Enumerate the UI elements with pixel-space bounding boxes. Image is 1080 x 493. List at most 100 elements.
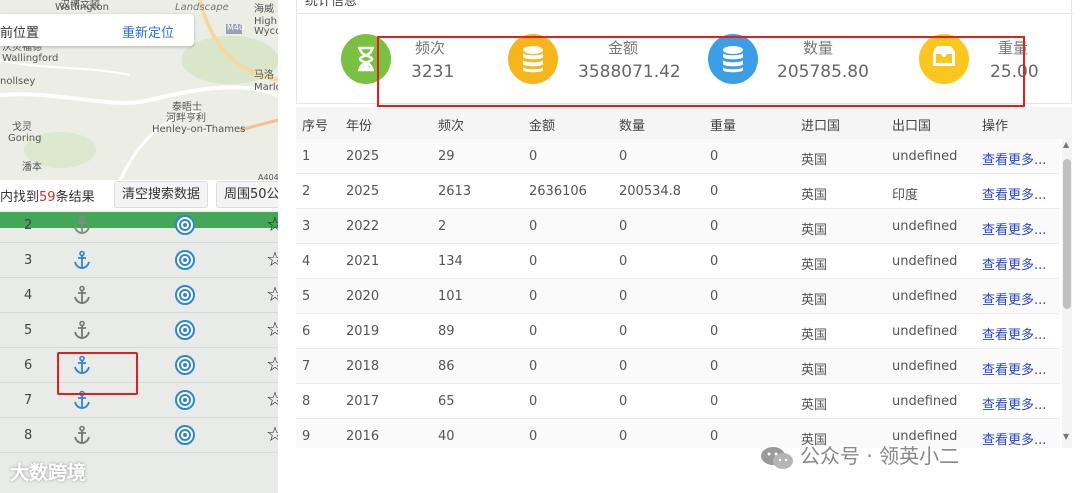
column-header[interactable]: 金额 xyxy=(529,115,555,134)
target-icon[interactable] xyxy=(174,424,196,446)
table-cell: 0 xyxy=(529,219,538,234)
table-row[interactable]: 7 2018 86 0 0 0 英国 undefined 查看更多... xyxy=(296,349,1060,384)
view-more-link[interactable]: 查看更多... xyxy=(982,429,1046,448)
table-cell: undefined xyxy=(892,394,958,409)
table-cell: 0 xyxy=(619,219,628,234)
relocate-link[interactable]: 重新定位 xyxy=(122,22,174,41)
view-more-link[interactable]: 查看更多... xyxy=(982,359,1046,378)
table-cell: 0 xyxy=(710,359,719,374)
column-header[interactable]: 操作 xyxy=(982,115,1008,134)
column-header[interactable]: 重量 xyxy=(710,115,736,134)
table-header: 序号 年份 频次 金额 数量 重量 进口国 出口国 操作 xyxy=(296,107,1072,139)
current-location-label: 前位置 xyxy=(0,26,40,41)
table-cell: 英国 xyxy=(801,153,828,168)
star-icon[interactable]: ☆ xyxy=(266,354,278,374)
list-item[interactable]: 6 ☆ xyxy=(0,348,278,383)
column-header[interactable]: 年份 xyxy=(346,115,372,134)
star-icon[interactable]: ☆ xyxy=(266,389,278,409)
star-icon[interactable]: ☆ xyxy=(266,249,278,269)
view-more-link[interactable]: 查看更多... xyxy=(982,254,1046,273)
table-row[interactable]: 8 2017 65 0 0 0 英国 undefined 查看更多... xyxy=(296,384,1060,419)
table-cell: 英国 xyxy=(801,363,828,378)
map-label: nollsey xyxy=(0,76,36,87)
list-item[interactable]: 4 ☆ xyxy=(0,278,278,313)
row-number: 6 xyxy=(24,358,33,373)
map-label: 河畔亨利 xyxy=(166,113,206,124)
column-header[interactable]: 进口国 xyxy=(801,115,840,134)
table-scrollbar[interactable]: ▲ ▼ xyxy=(1062,139,1072,448)
table-cell: 2022 xyxy=(346,219,380,234)
anchor-icon[interactable] xyxy=(72,250,92,270)
anchor-icon[interactable] xyxy=(72,425,92,445)
list-item[interactable]: 2 ☆ xyxy=(0,208,278,243)
target-icon[interactable] xyxy=(174,284,196,306)
column-header[interactable]: 频次 xyxy=(438,115,464,134)
table-cell: 英国 xyxy=(801,293,828,308)
column-header[interactable]: 序号 xyxy=(302,115,328,134)
table-cell: 1 xyxy=(302,149,311,164)
column-header[interactable]: 数量 xyxy=(619,115,645,134)
table-row[interactable]: 2 2025 2613 2636106 200534.8 0 英国 印度 查看更多... xyxy=(296,174,1060,209)
target-icon[interactable] xyxy=(174,389,196,411)
table-cell: 0 xyxy=(710,149,719,164)
table-cell: 0 xyxy=(529,254,538,269)
target-icon[interactable] xyxy=(174,249,196,271)
star-icon[interactable]: ☆ xyxy=(266,424,278,444)
clear-search-button[interactable]: 清空搜索数据 xyxy=(114,181,209,208)
scroll-down-icon[interactable]: ▼ xyxy=(1063,432,1069,441)
table-cell: 2018 xyxy=(346,359,380,374)
view-more-link[interactable]: 查看更多... xyxy=(982,394,1046,413)
table-cell: 英国 xyxy=(801,328,828,343)
table-cell: 0 xyxy=(529,149,538,164)
column-header[interactable]: 出口国 xyxy=(892,115,931,134)
table-cell: 8 xyxy=(302,394,311,409)
view-more-link[interactable]: 查看更多... xyxy=(982,289,1046,308)
table-cell: 3 xyxy=(302,219,311,234)
table-cell: undefined xyxy=(892,219,958,234)
scroll-up-icon[interactable]: ▲ xyxy=(1063,140,1069,149)
scroll-thumb[interactable] xyxy=(1063,159,1071,309)
view-more-link[interactable]: 查看更多... xyxy=(982,184,1046,203)
table-cell: 0 xyxy=(529,324,538,339)
table-cell: 5 xyxy=(302,289,311,304)
star-icon[interactable]: ☆ xyxy=(266,214,278,234)
table-cell: 0 xyxy=(529,359,538,374)
map-view[interactable]: 汉博文顿 Watlington Landscape 海威 High Wyco 沃… xyxy=(0,0,278,182)
wechat-icon xyxy=(761,446,793,469)
target-icon[interactable] xyxy=(174,214,196,236)
list-item[interactable]: 5 ☆ xyxy=(0,313,278,348)
around-50km-button[interactable]: 周围50公里 xyxy=(216,181,278,208)
star-icon[interactable]: ☆ xyxy=(266,319,278,339)
watermark-text: 大数跨境 xyxy=(10,462,87,484)
table-cell: 2020 xyxy=(346,289,380,304)
table-cell: 0 xyxy=(710,184,719,199)
list-item[interactable]: 8 ☆ xyxy=(0,418,278,453)
anchor-icon[interactable] xyxy=(72,285,92,305)
highlight-box xyxy=(377,36,1025,107)
watermark-text: 公众号 · 领英小二 xyxy=(800,444,960,468)
view-more-link[interactable]: 查看更多... xyxy=(982,219,1046,238)
result-suffix: 条结果 xyxy=(55,190,95,205)
star-icon[interactable]: ☆ xyxy=(266,284,278,304)
list-item[interactable]: 7 ☆ xyxy=(0,383,278,418)
table-cell: 0 xyxy=(710,254,719,269)
table-cell: undefined xyxy=(892,254,958,269)
table-row[interactable]: 1 2025 29 0 0 0 英国 undefined 查看更多... xyxy=(296,139,1060,174)
map-label: 潘本 xyxy=(22,162,42,173)
table-row[interactable]: 4 2021 134 0 0 0 英国 undefined 查看更多... xyxy=(296,244,1060,279)
list-item[interactable]: 3 ☆ xyxy=(0,243,278,278)
target-icon[interactable] xyxy=(174,354,196,376)
target-icon[interactable] xyxy=(174,319,196,341)
row-number: 2 xyxy=(24,218,33,233)
anchor-icon[interactable] xyxy=(72,320,92,340)
view-more-link[interactable]: 查看更多... xyxy=(982,324,1046,343)
table-cell: 2019 xyxy=(346,324,380,339)
result-prefix: 内找到 xyxy=(0,190,40,205)
table-cell: 0 xyxy=(529,429,538,444)
view-more-link[interactable]: 查看更多... xyxy=(982,149,1046,168)
anchor-icon[interactable] xyxy=(72,215,92,235)
table-row[interactable]: 5 2020 101 0 0 0 英国 undefined 查看更多... xyxy=(296,279,1060,314)
row-number: 4 xyxy=(24,288,33,303)
table-row[interactable]: 6 2019 89 0 0 0 英国 undefined 查看更多... xyxy=(296,314,1060,349)
table-row[interactable]: 3 2022 2 0 0 0 英国 undefined 查看更多... xyxy=(296,209,1060,244)
